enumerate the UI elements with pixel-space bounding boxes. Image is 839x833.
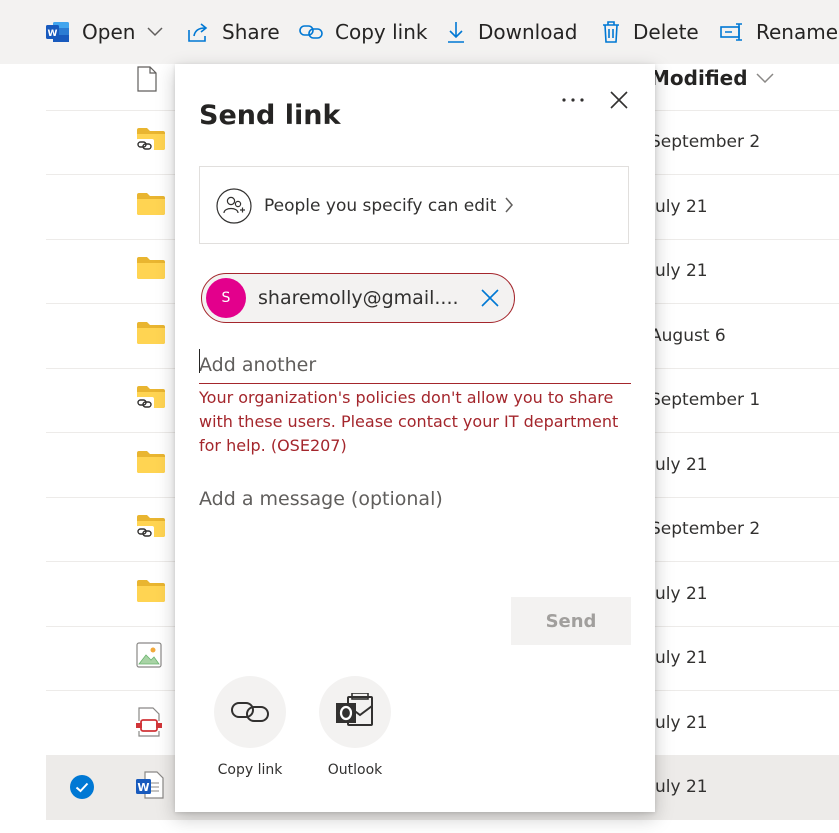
download-label: Download — [478, 20, 578, 44]
modified-date: July 21 — [650, 196, 708, 217]
error-message: Your organization's policies don't allow… — [199, 388, 619, 455]
copy-link-button[interactable]: Copy link — [299, 0, 427, 64]
modified-date: July 21 — [650, 648, 708, 668]
open-label: Open — [82, 20, 136, 44]
copy-link-option-label: Copy link — [217, 762, 283, 778]
checkmark-icon[interactable] — [70, 775, 94, 803]
modified-date: July 21 — [650, 261, 708, 281]
svg-text:W: W — [137, 781, 149, 794]
folder-icon — [136, 320, 166, 350]
image-file-icon — [136, 642, 162, 672]
modified-header-label: Modified — [650, 66, 748, 90]
modified-date: July 21 — [650, 712, 708, 733]
modified-column-header[interactable]: Modified — [650, 64, 774, 92]
link-icon — [231, 702, 269, 722]
folder-icon — [136, 578, 166, 608]
permission-label: People you specify can edit — [264, 196, 497, 216]
trash-icon — [601, 20, 621, 44]
copy-link-label: Copy link — [335, 20, 428, 44]
outlook-option[interactable]: Outlook — [300, 676, 410, 778]
svg-text:W: W — [48, 29, 58, 39]
recipient-name: sharemolly@gmail.... — [258, 287, 459, 309]
pdf-file-icon — [136, 706, 162, 741]
chevron-right-icon — [504, 197, 514, 217]
modified-date: July 21 — [650, 777, 708, 797]
share-icon — [186, 21, 210, 43]
message-input[interactable] — [199, 488, 629, 578]
folder-icon — [136, 191, 166, 221]
recipient-chip[interactable]: S sharemolly@gmail.... — [201, 273, 515, 323]
copy-link-circle — [214, 676, 286, 748]
chevron-down-icon — [147, 27, 163, 37]
more-icon — [562, 98, 584, 102]
outlook-icon — [336, 693, 373, 726]
modified-date: September 2 — [650, 132, 761, 152]
command-bar: W Open Share Copy link Download Delete R… — [0, 0, 839, 64]
text-cursor — [199, 349, 200, 373]
word-file-icon: W — [136, 771, 164, 803]
send-link-dialog: Send link People you specify can edit S … — [175, 64, 655, 812]
add-recipient-input[interactable] — [199, 346, 631, 384]
word-icon: W — [46, 21, 70, 43]
folder-icon — [136, 449, 166, 479]
share-label: Share — [222, 20, 280, 44]
link-icon — [299, 24, 323, 40]
delete-label: Delete — [633, 20, 699, 44]
delete-button[interactable]: Delete — [601, 0, 699, 64]
remove-recipient-button[interactable] — [478, 286, 502, 310]
rename-label: Rename — [756, 20, 839, 44]
rename-button[interactable]: Rename — [720, 0, 838, 64]
close-icon — [610, 91, 628, 109]
shared-folder-icon — [136, 126, 166, 158]
modified-date: August 6 — [650, 325, 726, 346]
shared-folder-icon — [136, 513, 166, 545]
file-type-icon — [136, 66, 158, 96]
close-icon — [481, 289, 499, 307]
modified-date: July 21 — [650, 454, 708, 475]
link-settings-button[interactable]: People you specify can edit — [199, 166, 629, 244]
share-button[interactable]: Share — [186, 0, 280, 64]
more-options-button[interactable] — [555, 84, 591, 116]
rename-icon — [720, 22, 744, 42]
close-button[interactable] — [603, 84, 635, 116]
outlook-circle — [319, 676, 391, 748]
folder-icon — [136, 255, 166, 285]
people-icon — [216, 188, 252, 228]
send-button[interactable]: Send — [511, 597, 631, 645]
modified-date: July 21 — [650, 583, 708, 604]
modified-date: September 1 — [650, 390, 761, 410]
download-icon — [446, 20, 466, 44]
modified-date: September 2 — [650, 519, 761, 539]
outlook-option-label: Outlook — [327, 762, 383, 778]
download-button[interactable]: Download — [446, 0, 577, 64]
chevron-down-icon — [756, 73, 774, 83]
open-button[interactable]: W Open — [46, 0, 163, 64]
shared-folder-icon — [136, 384, 166, 416]
dialog-title: Send link — [199, 100, 341, 131]
avatar: S — [206, 278, 246, 318]
copy-link-option[interactable]: Copy link — [195, 676, 305, 778]
